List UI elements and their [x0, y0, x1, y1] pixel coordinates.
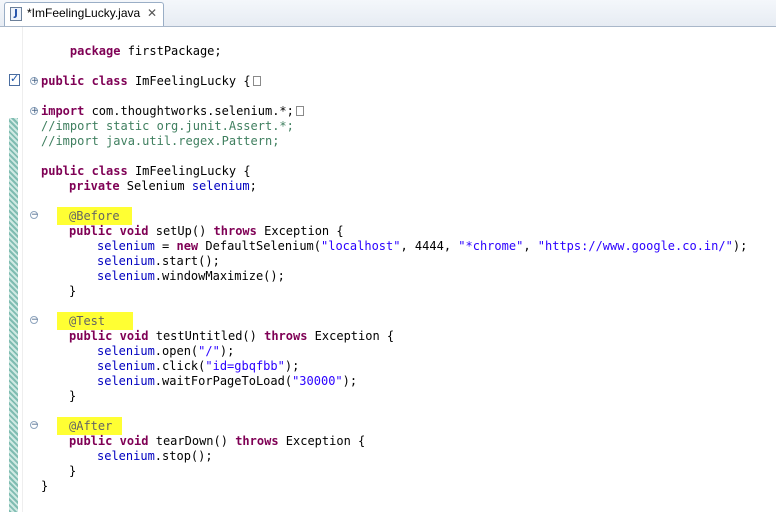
expand-icon[interactable]: +	[30, 77, 39, 86]
code-line: package firstPackage;	[41, 29, 222, 74]
change-indicator-strip	[9, 118, 18, 512]
code-line: public class ImFeelingLucky {	[41, 164, 251, 178]
code-editor[interactable]: + + − − − package firstPackage; public c…	[0, 27, 776, 512]
code-line: import com.thoughtworks.selenium.*;	[41, 104, 304, 119]
tab-imfeelinglucky-java[interactable]: J *ImFeelingLucky.java ✕	[4, 2, 164, 26]
code-line-comment: //import java.util.regex.Pattern;	[41, 134, 280, 148]
code-line: @Before	[57, 207, 132, 225]
folded-block-icon[interactable]	[295, 106, 304, 116]
code-line: selenium.start();	[97, 254, 220, 268]
collapse-icon[interactable]: −	[30, 421, 39, 430]
code-line: selenium.click("id=gbqfbb");	[97, 359, 300, 373]
code-line: public void tearDown() throws Exception …	[69, 434, 366, 448]
code-line: private Selenium selenium;	[69, 179, 257, 193]
code-line: }	[41, 479, 49, 493]
package-statement: package firstPackage;	[69, 44, 222, 58]
code-line: }	[69, 464, 77, 478]
folded-block-icon[interactable]	[252, 76, 261, 86]
code-line: selenium = new DefaultSelenium("localhos…	[97, 239, 748, 253]
code-line: selenium.waitForPageToLoad("30000");	[97, 374, 358, 388]
code-line: public void setUp() throws Exception {	[69, 224, 344, 238]
code-line: }	[69, 284, 77, 298]
java-file-icon: J	[10, 7, 22, 21]
code-line: public void testUntitled() throws Except…	[69, 329, 395, 343]
code-line: selenium.stop();	[97, 449, 213, 463]
annotation-before: @Before	[57, 207, 132, 225]
editor-tab-bar: J *ImFeelingLucky.java ✕	[0, 0, 776, 27]
code-line: @Test	[57, 312, 134, 330]
code-line: }	[69, 389, 77, 403]
tab-label: *ImFeelingLucky.java	[27, 6, 141, 20]
code-line: public class ImFeelingLucky {	[41, 74, 261, 89]
code-line: @After	[57, 417, 123, 435]
task-check-icon	[9, 72, 20, 86]
code-line: selenium.open("/");	[97, 344, 235, 358]
collapse-icon[interactable]: −	[30, 316, 39, 325]
code-line: selenium.windowMaximize();	[97, 269, 285, 283]
code-line-comment: //import static org.junit.Assert.*;	[41, 119, 294, 133]
close-icon[interactable]: ✕	[147, 6, 157, 20]
annotation-after: @After	[57, 417, 123, 435]
collapse-icon[interactable]: −	[30, 211, 39, 220]
expand-icon[interactable]: +	[30, 107, 39, 116]
gutter-divider	[22, 27, 23, 512]
annotation-test: @Test	[57, 312, 134, 330]
